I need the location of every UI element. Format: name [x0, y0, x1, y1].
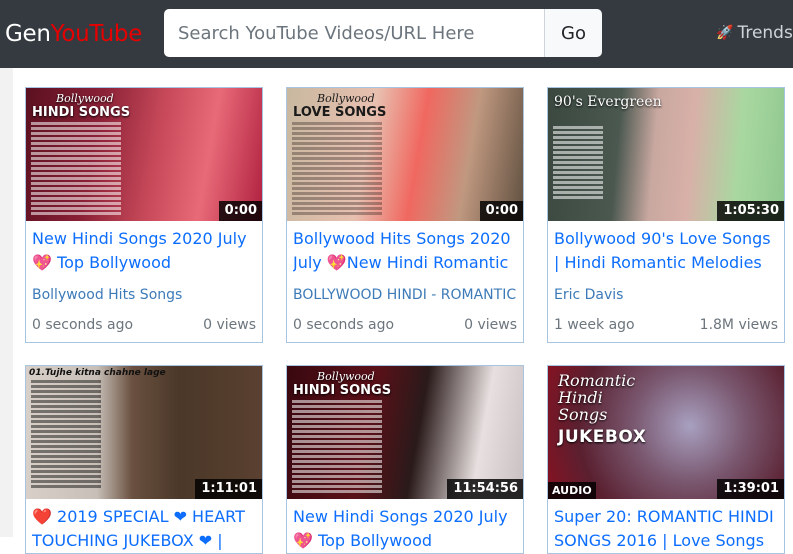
search-input[interactable] — [164, 9, 544, 57]
duration-badge: 1:39:01 — [717, 479, 784, 499]
view-count: 0 views — [203, 317, 256, 333]
thumbnail-tracklist — [292, 400, 382, 495]
video-thumbnail[interactable]: 01.Tujhe kitna chahne lage 1:11:01 — [26, 366, 262, 499]
sparkling-heart-icon: 💖 — [32, 253, 52, 272]
view-count: 1.8M views — [699, 317, 778, 333]
thumbnail-tracklist — [553, 126, 603, 201]
sparkling-heart-icon: 💖 — [326, 253, 347, 272]
navbar: GenYouTube Go 🚀 Trends — [0, 0, 793, 68]
title-text: New Hindi Romantic — [346, 253, 509, 272]
brand-logo[interactable]: GenYouTube — [5, 18, 142, 50]
video-card[interactable]: Bollywood HINDI SONGS 0:00 New Hindi Son… — [25, 87, 263, 343]
video-title[interactable]: Super 20: ROMANTIC HINDI SONGS 2016 | Lo… — [554, 505, 778, 553]
sparkling-heart-icon: 💖 — [293, 531, 313, 550]
channel-name[interactable]: Bollywood Hits Songs — [32, 285, 256, 305]
thumbnail-heading: Romantic Hindi Songs JUKEBOX — [558, 371, 647, 447]
video-thumbnail[interactable]: Bollywood LOVE SONGS 0:00 — [287, 88, 523, 221]
upload-age: 1 week ago — [554, 317, 635, 333]
channel-name[interactable]: Eric Davis — [554, 285, 778, 305]
video-card[interactable]: Bollywood HINDI SONGS 11:54:56 New Hindi… — [286, 365, 524, 554]
thumbnail-tracklist — [31, 380, 101, 490]
thumbnail-tracklist — [292, 122, 382, 217]
title-text: 2019 SPECIAL ❤ HEART TOUCHING JUKEBOX ❤ … — [32, 507, 245, 550]
video-card[interactable]: Bollywood LOVE SONGS 0:00 Bollywood Hits… — [286, 87, 524, 343]
title-text: New Hindi Songs 2020 July — [32, 229, 247, 248]
title-text: New Hindi Songs 2020 July — [293, 507, 508, 526]
thumbnail-tracklist — [31, 122, 121, 217]
video-thumbnail[interactable]: Bollywood HINDI SONGS 0:00 — [26, 88, 262, 221]
duration-badge: 0:00 — [479, 201, 523, 221]
brand-text-gen: Gen — [5, 21, 51, 47]
heart-icon: ❤️ — [32, 507, 52, 526]
video-thumbnail[interactable]: Romantic Hindi Songs JUKEBOX AUDIO 1:39:… — [548, 366, 784, 499]
video-title[interactable]: ❤️ 2019 SPECIAL ❤ HEART TOUCHING JUKEBOX… — [32, 505, 256, 553]
thumbnail-heading: Bollywood HINDI SONGS — [293, 370, 392, 398]
video-card[interactable]: Romantic Hindi Songs JUKEBOX AUDIO 1:39:… — [547, 365, 785, 554]
trends-label: Trends — [737, 23, 793, 43]
trends-link[interactable]: 🚀 Trends — [716, 22, 793, 44]
duration-badge: 0:00 — [218, 201, 262, 221]
upload-age: 0 seconds ago — [293, 317, 395, 333]
search-form: Go — [164, 9, 602, 57]
video-card[interactable]: 90's Evergreen 1:05:30 Bollywood 90's Lo… — [547, 87, 785, 343]
duration-badge: 1:05:30 — [717, 201, 784, 221]
video-card[interactable]: 01.Tujhe kitna chahne lage 1:11:01 ❤️ 20… — [25, 365, 263, 554]
title-text: Top Bollywood — [51, 253, 172, 272]
go-button[interactable]: Go — [544, 9, 602, 57]
upload-age: 0 seconds ago — [32, 317, 134, 333]
video-title[interactable]: New Hindi Songs 2020 July 💖 Top Bollywoo… — [32, 227, 256, 275]
view-count: 0 views — [464, 317, 517, 333]
duration-badge: 1:11:01 — [195, 479, 262, 499]
brand-text-youtube: YouTube — [50, 21, 143, 47]
thumbnail-heading: 90's Evergreen — [554, 94, 662, 110]
thumbnail-heading: Bollywood HINDI SONGS — [32, 92, 131, 120]
video-title[interactable]: Bollywood Hits Songs 2020 July 💖New Hind… — [293, 227, 517, 275]
title-text: Super 20: ROMANTIC HINDI SONGS 2016 | Lo… — [554, 507, 774, 550]
audio-badge: AUDIO — [548, 482, 596, 499]
channel-name[interactable]: BOLLYWOOD HINDI - ROMANTIC — [293, 285, 517, 305]
video-thumbnail[interactable]: Bollywood HINDI SONGS 11:54:56 — [287, 366, 523, 499]
rocket-icon: 🚀 — [716, 25, 734, 41]
title-text: Top Bollywood — [312, 531, 433, 550]
video-title[interactable]: Bollywood 90's Love Songs | Hindi Romant… — [554, 227, 778, 275]
title-text: Bollywood 90's Love Songs | Hindi Romant… — [554, 229, 771, 272]
thumbnail-heading: Bollywood LOVE SONGS — [293, 92, 387, 120]
video-grid: Bollywood HINDI SONGS 0:00 New Hindi Son… — [0, 68, 793, 554]
duration-badge: 11:54:56 — [447, 479, 523, 499]
video-title[interactable]: New Hindi Songs 2020 July 💖 Top Bollywoo… — [293, 505, 517, 553]
video-thumbnail[interactable]: 90's Evergreen 1:05:30 — [548, 88, 784, 221]
thumbnail-heading: 01.Tujhe kitna chahne lage — [29, 368, 166, 378]
